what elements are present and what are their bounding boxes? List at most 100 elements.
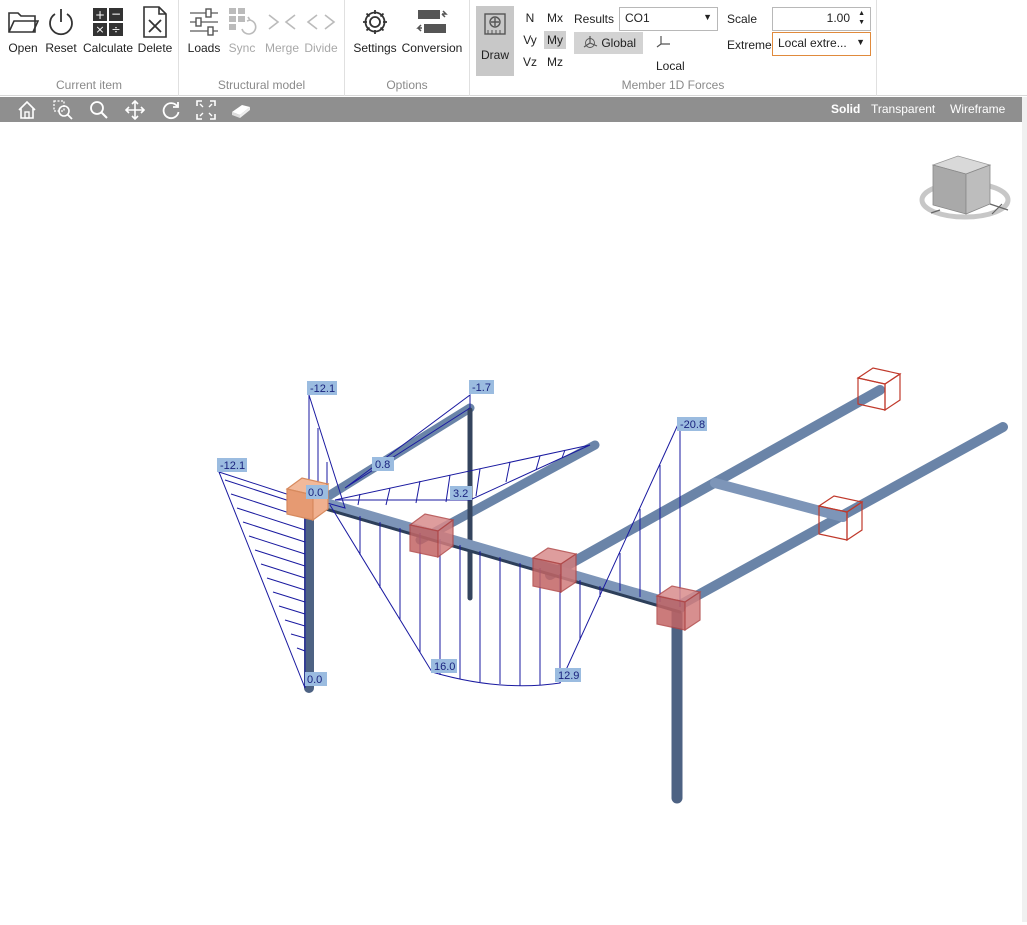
force-vz[interactable]: Vz [519, 53, 541, 71]
delete-label: Delete [137, 41, 173, 55]
delete-file-icon [136, 6, 174, 38]
label-beam1-left: -12.1 [307, 381, 337, 395]
scale-input[interactable]: 1.00 ▲ ▼ [772, 7, 871, 31]
reset-button[interactable]: Reset [44, 6, 78, 60]
extreme-label: Extreme [727, 38, 772, 52]
group-current-item: Open Reset + − × ÷ Calculate Delete Current… [0, 0, 179, 96]
force-mx[interactable]: Mx [544, 9, 566, 27]
fit-view-icon[interactable] [196, 100, 216, 120]
open-label: Open [8, 41, 38, 55]
home-icon[interactable] [17, 100, 37, 120]
open-button[interactable]: Open [5, 6, 41, 60]
group-structural-model: Loads Sync Merge Divide Structural model [179, 0, 345, 96]
power-icon [44, 6, 78, 38]
label-beam2-top: -1.7 [469, 380, 494, 394]
label-main-top-text: -20.8 [680, 419, 705, 431]
draw-icon [476, 12, 514, 39]
sync-icon [223, 6, 261, 38]
label-col1-top-text: -12.1 [220, 460, 245, 472]
group-label-options: Options [386, 78, 428, 92]
results-label: Results [574, 12, 615, 26]
scale-value: 1.00 [826, 11, 850, 25]
spinner-icon[interactable]: ▲ ▼ [858, 9, 865, 27]
label-main-bottom1: 16.0 [431, 659, 457, 673]
zoom-window-icon[interactable] [53, 100, 73, 120]
label-beam1-mid-text: 0.0 [308, 487, 323, 499]
svg-text:+: + [95, 8, 105, 22]
conversion-button[interactable]: Conversion [400, 6, 464, 60]
transparent-mode[interactable]: Transparent [871, 102, 935, 116]
merge-label: Merge [264, 41, 299, 55]
results-select[interactable]: CO1 ▼ [619, 7, 718, 31]
support-boxes [285, 367, 902, 632]
calculate-label: Calculate [82, 41, 134, 55]
extreme-select[interactable]: Local extre... ▼ [772, 32, 871, 56]
draw-button[interactable]: Draw [476, 6, 514, 76]
merge-button[interactable]: Merge [263, 6, 301, 60]
label-main-bottom1-text: 16.0 [434, 661, 455, 673]
loads-label: Loads [187, 41, 221, 55]
settings-label: Settings [353, 41, 397, 55]
support-mid-2 [531, 547, 578, 594]
chevron-down-icon: ▼ [856, 37, 865, 47]
label-beam2-mid1: 0.8 [372, 457, 394, 471]
ribbon-toolbar: Open Reset + − × ÷ Calculate Delete Current… [0, 0, 1027, 96]
sync-button[interactable]: Sync [223, 6, 261, 60]
calculate-button[interactable]: + − × ÷ Calculate [82, 6, 134, 60]
label-col1-bottom: 0.0 [305, 672, 327, 686]
loads-button[interactable]: Loads [185, 6, 223, 60]
results-value: CO1 [625, 11, 650, 25]
divide-icon [301, 6, 341, 38]
pan-icon[interactable] [124, 99, 146, 121]
conversion-label: Conversion [401, 41, 463, 55]
navigation-cube[interactable] [919, 155, 1011, 220]
divide-button[interactable]: Divide [301, 6, 341, 60]
divide-label: Divide [304, 41, 338, 55]
delete-button[interactable]: Delete [136, 6, 174, 60]
calculator-icon: + − × ÷ [82, 6, 134, 38]
draw-label: Draw [480, 48, 509, 62]
scrollbar[interactable] [1022, 97, 1027, 922]
member-main-shadow [303, 501, 682, 614]
search-icon[interactable] [89, 100, 109, 120]
sliders-icon [185, 6, 223, 38]
force-mz[interactable]: Mz [544, 53, 566, 71]
label-main-bottom2-text: 12.9 [558, 670, 579, 682]
3d-viewport[interactable]: -12.1 0.0 -12.1 0.0 -1.7 0.8 3.2 16.0 12… [0, 122, 1022, 922]
svg-text:÷: ÷ [111, 23, 120, 36]
force-my[interactable]: My [544, 31, 566, 49]
gear-icon [352, 6, 398, 38]
reset-label: Reset [45, 41, 77, 55]
merge-icon [263, 6, 301, 38]
solid-mode[interactable]: Solid [831, 102, 860, 116]
structural-members [299, 385, 1008, 804]
local-label: Local [656, 58, 685, 73]
label-main-top: -20.8 [677, 417, 707, 431]
force-vy[interactable]: Vy [519, 31, 541, 49]
svg-text:−: − [111, 7, 121, 21]
group-options: Settings Conversion Options [345, 0, 470, 96]
support-right [655, 585, 702, 632]
rotate-icon[interactable] [161, 100, 181, 120]
conversion-icon [400, 6, 464, 38]
structure-svg: -12.1 0.0 -12.1 0.0 -1.7 0.8 3.2 16.0 12… [217, 155, 1011, 804]
member-cross [710, 478, 848, 522]
local-toggle[interactable]: Local [648, 32, 708, 73]
global-label: Global [601, 36, 637, 50]
svg-text:×: × [95, 23, 104, 36]
sync-label: Sync [228, 41, 256, 55]
folder-open-icon [5, 6, 41, 38]
label-beam1-mid: 0.0 [306, 485, 328, 499]
force-n[interactable]: N [519, 9, 541, 27]
label-beam2-top-text: -1.7 [472, 382, 491, 394]
label-main-bottom2: 12.9 [555, 668, 581, 682]
member-main [299, 492, 686, 613]
label-beam2-mid1-text: 0.8 [375, 459, 390, 471]
local-axes-icon [656, 33, 672, 55]
settings-button[interactable]: Settings [352, 6, 398, 60]
global-toggle[interactable]: Global [574, 32, 643, 54]
label-beam1-left-text: -12.1 [310, 383, 335, 395]
wireframe-mode[interactable]: Wireframe [950, 102, 1005, 116]
eraser-icon[interactable] [230, 100, 250, 120]
view-toolbar: Solid Transparent Wireframe [0, 97, 1022, 122]
